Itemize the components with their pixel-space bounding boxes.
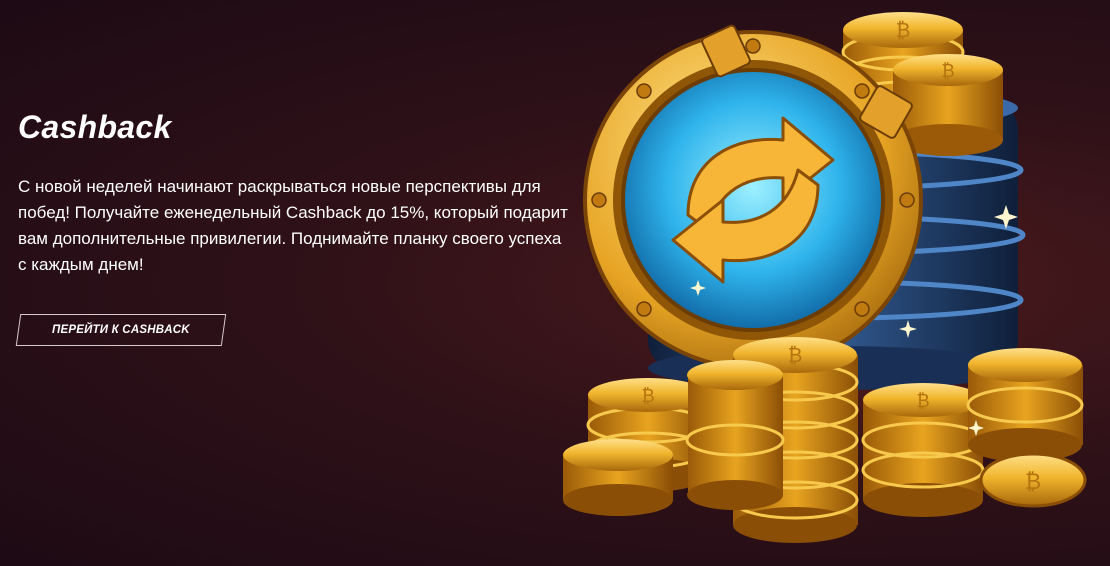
svg-text:₿: ₿: [916, 391, 929, 412]
svg-text:₿: ₿: [1025, 470, 1041, 495]
svg-text:₿: ₿: [896, 18, 911, 42]
cashback-promo-banner: Cashback С новой неделей начинают раскры…: [0, 0, 1110, 566]
promo-title: Cashback: [18, 109, 172, 145]
svg-text:₿: ₿: [941, 61, 954, 82]
go-to-cashback-button[interactable]: ПЕРЕЙТИ К CASHBACK: [15, 314, 227, 346]
promo-description: С новой неделей начинают раскрываться но…: [18, 177, 568, 274]
promo-text-block: Cashback С новой неделей начинают раскры…: [18, 108, 578, 278]
svg-text:₿: ₿: [641, 386, 654, 407]
go-to-cashback-button-label: ПЕРЕЙТИ К CASHBACK: [52, 324, 190, 336]
svg-text:₿: ₿: [788, 343, 803, 367]
coin-stack-cashback-illustration: ₿ ₿ ₿ ₿ ₿ ₿: [558, 12, 1110, 560]
